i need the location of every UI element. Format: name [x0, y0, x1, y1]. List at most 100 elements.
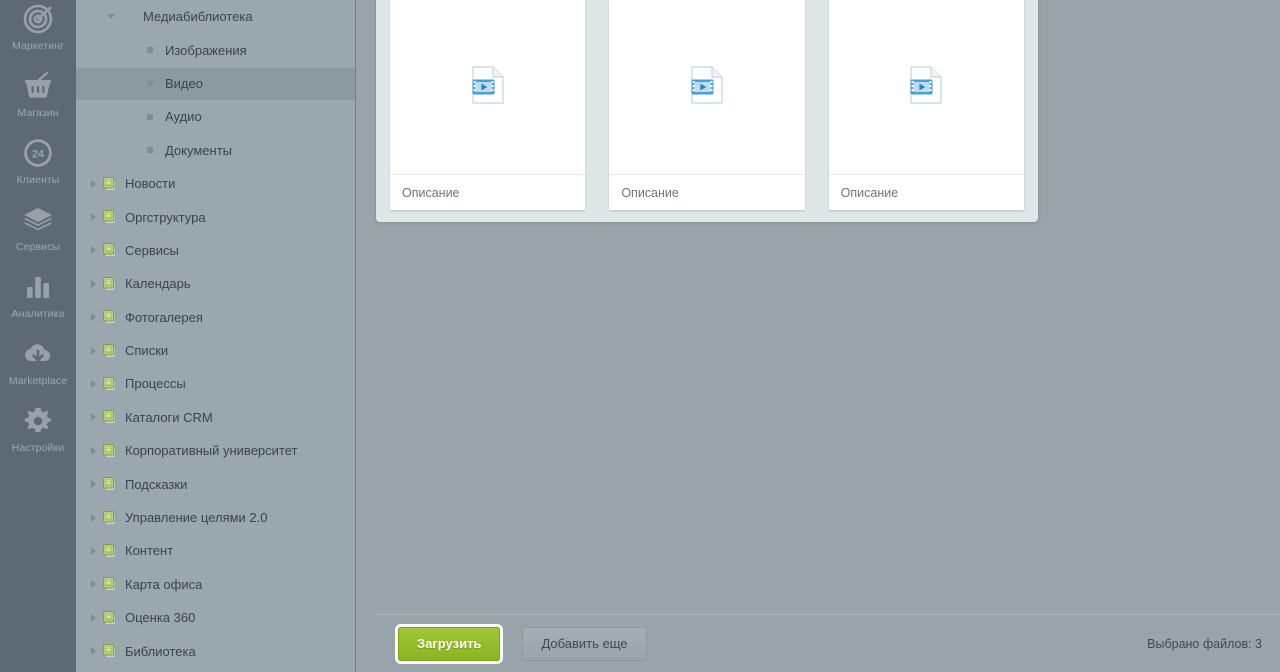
tree-item-label: Документы — [165, 142, 233, 158]
tree-item-label: Изображения — [165, 42, 247, 58]
rail-item-label: Маркетинг — [12, 40, 64, 52]
tree-item-11[interactable]: Списки — [76, 334, 355, 367]
chevron-right-icon[interactable] — [86, 413, 100, 422]
file-card[interactable]: Описание — [828, 0, 1024, 210]
add-more-button[interactable]: Добавить еще — [522, 626, 647, 661]
tree-item-20[interactable]: Библиотека — [76, 634, 355, 667]
tree-item-label: Новости — [125, 176, 176, 192]
tree-item-label: Корпоративный университет — [125, 443, 298, 459]
tree-item-label: Сервисы — [125, 242, 179, 258]
file-thumbnail — [390, 0, 585, 174]
tree-item-label: Контент — [125, 543, 174, 559]
video-file-icon — [909, 65, 943, 109]
tree-item-7[interactable]: Оргструктура — [76, 200, 355, 233]
chevron-right-icon[interactable] — [86, 246, 100, 255]
bullet-icon — [140, 80, 160, 87]
upload-files-panel: Описание Описание Описание — [376, 0, 1038, 222]
rail-item-6[interactable]: Marketplace — [0, 335, 75, 402]
tree-item-5[interactable]: Документы — [76, 134, 355, 167]
file-thumbnail — [829, 0, 1024, 174]
cloud-download-icon — [21, 337, 55, 371]
chevron-right-icon[interactable] — [86, 513, 100, 522]
rail-item-7[interactable]: Настройки — [0, 402, 75, 469]
chevron-right-icon[interactable] — [86, 379, 100, 388]
tree-item-8[interactable]: Сервисы — [76, 234, 355, 267]
pages-folder-icon — [100, 343, 120, 359]
bullet-icon — [140, 47, 160, 54]
file-description-input[interactable]: Описание — [609, 174, 805, 210]
tree-item-13[interactable]: Каталоги CRM — [76, 401, 355, 434]
rail-item-2[interactable]: Магазин — [0, 67, 75, 134]
svg-text:24: 24 — [32, 148, 45, 160]
tree-item-6[interactable]: Новости — [76, 167, 355, 200]
tree-item-2[interactable]: Изображения — [76, 33, 355, 66]
tree-item-label: Управление целями 2.0 — [125, 510, 268, 526]
chevron-right-icon[interactable] — [86, 313, 100, 322]
tree-item-12[interactable]: Процессы — [76, 367, 355, 400]
tree-item-label: Календарь — [125, 276, 191, 292]
file-description-input[interactable]: Описание — [390, 174, 586, 210]
rail-item-3[interactable]: 24 Клиенты — [0, 134, 75, 201]
chevron-right-icon[interactable] — [86, 580, 100, 589]
chevron-down-icon[interactable] — [104, 14, 118, 20]
chevron-right-icon[interactable] — [86, 213, 100, 222]
pages-folder-icon — [100, 242, 120, 258]
tree-item-16[interactable]: Управление целями 2.0 — [76, 501, 355, 534]
chevron-right-icon[interactable] — [86, 446, 100, 455]
file-description-input[interactable]: Описание — [828, 174, 1024, 210]
pages-folder-icon — [100, 543, 120, 559]
tree-item-15[interactable]: Подсказки — [76, 467, 355, 500]
tree-item-19[interactable]: Оценка 360 — [76, 601, 355, 634]
rail-item-label: Аналитика — [11, 308, 65, 320]
tree-item-label: Списки — [125, 343, 169, 359]
pages-folder-icon — [100, 409, 120, 425]
tree-item-label: Каталоги CRM — [125, 409, 213, 425]
tree-item-label: Фотогалерея — [125, 309, 203, 325]
tree-item-9[interactable]: Календарь — [76, 267, 355, 300]
tree-item-label: Процессы — [125, 376, 186, 392]
rail-item-label: Клиенты — [16, 174, 60, 186]
tree-item-18[interactable]: Карта офиса — [76, 568, 355, 601]
rail-item-label: Настройки — [11, 442, 65, 454]
target-icon — [21, 2, 55, 36]
rail-item-5[interactable]: Аналитика — [0, 268, 75, 335]
chevron-right-icon[interactable] — [86, 179, 100, 188]
chevron-right-icon[interactable] — [86, 546, 100, 555]
rail-item-label: Магазин — [17, 107, 59, 119]
main-nav-rail: Маркетинг Магазин 24 Клиенты Сервисы Аналитик… — [0, 0, 76, 672]
upload-actions-bar: Загрузить Добавить еще Выбрано файлов: 3 — [376, 614, 1280, 672]
gear-icon — [21, 404, 55, 438]
chevron-right-icon[interactable] — [86, 480, 100, 489]
pages-folder-icon — [100, 309, 120, 325]
pages-folder-icon — [100, 576, 120, 592]
rail-item-label: Marketplace — [8, 375, 68, 387]
file-thumbnail — [609, 0, 804, 174]
upload-button[interactable]: Загрузить — [398, 626, 501, 661]
pages-folder-icon — [100, 376, 120, 392]
file-card[interactable]: Описание — [609, 0, 805, 210]
tree-item-label: Оценка 360 — [125, 610, 196, 626]
pages-folder-icon — [100, 643, 120, 659]
tree-item-17[interactable]: Контент — [76, 534, 355, 567]
bar-chart-icon — [21, 270, 55, 304]
rail-item-1[interactable]: Маркетинг — [0, 0, 75, 67]
rail-item-4[interactable]: Сервисы — [0, 201, 75, 268]
tree-item-3[interactable]: Видео — [76, 66, 355, 101]
pages-folder-icon — [100, 209, 120, 225]
tree-item-14[interactable]: Корпоративный университет — [76, 434, 355, 467]
structure-tree-panel: Медиабиблиотека Изображения Видео Аудио Доку… — [76, 0, 356, 672]
tree-item-1[interactable]: Медиабиблиотека — [76, 0, 355, 33]
chevron-right-icon[interactable] — [86, 647, 100, 656]
chevron-right-icon[interactable] — [86, 613, 100, 622]
chevron-right-icon[interactable] — [86, 346, 100, 355]
selected-files-count: Выбрано файлов: 3 — [1147, 636, 1262, 651]
pages-folder-icon — [100, 476, 120, 492]
tree-item-10[interactable]: Фотогалерея — [76, 301, 355, 334]
file-card[interactable]: Описание — [390, 0, 586, 210]
tree-item-label: Аудио — [165, 109, 202, 125]
tree-item-label: Подсказки — [125, 476, 188, 492]
chevron-right-icon[interactable] — [86, 279, 100, 288]
tree-item-label: Библиотека — [125, 643, 196, 659]
pages-folder-icon — [100, 276, 120, 292]
tree-item-4[interactable]: Аудио — [76, 100, 355, 133]
